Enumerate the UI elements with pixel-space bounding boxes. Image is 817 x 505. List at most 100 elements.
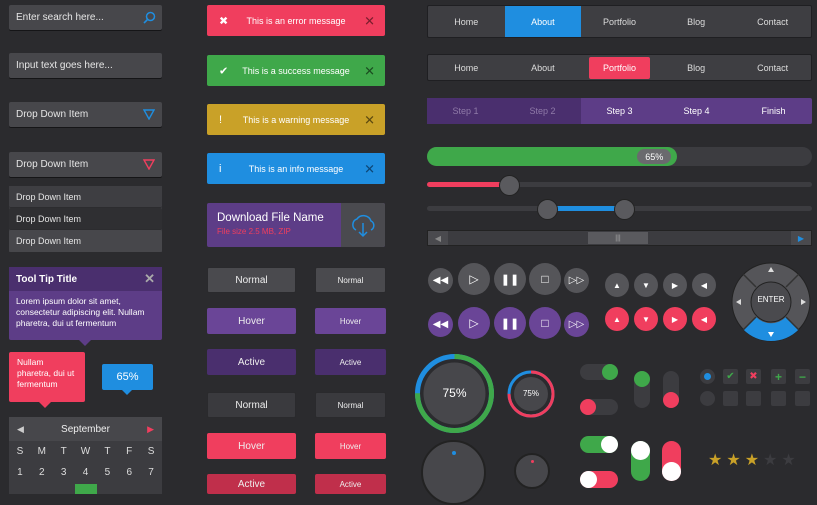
close-icon[interactable]: ✕ xyxy=(144,271,155,287)
download-icon-box[interactable] xyxy=(341,203,385,247)
rewind-button[interactable]: ◀◀ xyxy=(428,268,453,293)
next-month-icon[interactable]: ▶ xyxy=(147,424,154,435)
button-small-active[interactable]: Active xyxy=(315,349,386,375)
arrow-left-button[interactable]: ◀ xyxy=(692,307,716,331)
vertical-toggle[interactable] xyxy=(663,371,679,408)
prev-month-icon[interactable]: ◀ xyxy=(17,424,24,435)
step-item[interactable]: Step 3 xyxy=(581,98,658,124)
nav-item-blog[interactable]: Blog xyxy=(658,6,735,37)
close-icon[interactable]: ✕ xyxy=(364,64,375,77)
vertical-toggle[interactable] xyxy=(662,441,681,481)
stop-button[interactable]: □ xyxy=(529,263,561,295)
nav-item-portfolio[interactable]: Portfolio xyxy=(581,55,658,80)
dpad-enter-button[interactable]: ENTER xyxy=(751,295,791,304)
step-item[interactable]: Step 2 xyxy=(504,98,581,124)
nav-item-portfolio[interactable]: Portfolio xyxy=(581,6,658,37)
arrow-down-button[interactable]: ▼ xyxy=(634,273,658,297)
radio-selected[interactable] xyxy=(700,369,715,384)
nav-item-about[interactable]: About xyxy=(505,55,582,80)
range-handle-min[interactable] xyxy=(537,199,559,220)
vertical-toggle[interactable] xyxy=(631,441,650,481)
button-normal[interactable]: Normal xyxy=(207,392,296,418)
button-small-normal[interactable]: Normal xyxy=(315,267,386,293)
star-icon[interactable]: ★ xyxy=(781,450,795,470)
checkbox-minus[interactable]: − xyxy=(795,369,810,384)
scroll-left-icon[interactable]: ◀ xyxy=(428,231,448,245)
step-item[interactable]: Finish xyxy=(735,98,812,124)
dropdown-blue[interactable]: Drop Down Item xyxy=(9,102,162,127)
star-icon[interactable]: ★ xyxy=(763,450,777,470)
search-icon[interactable] xyxy=(143,11,156,24)
button-normal[interactable]: Normal xyxy=(207,267,296,293)
nav-item-blog[interactable]: Blog xyxy=(658,55,735,80)
close-icon[interactable]: ✕ xyxy=(364,113,375,126)
checkbox-empty[interactable] xyxy=(795,391,810,406)
dropdown-option[interactable]: Drop Down Item xyxy=(9,230,162,252)
arrow-left-button[interactable]: ◀ xyxy=(692,273,716,297)
button-hover[interactable]: Hover xyxy=(207,308,296,334)
stop-button[interactable]: □ xyxy=(529,307,561,339)
close-icon[interactable]: ✕ xyxy=(364,14,375,27)
nav-item-home[interactable]: Home xyxy=(428,6,505,37)
button-small-normal[interactable]: Normal xyxy=(315,392,386,418)
pause-button[interactable]: ❚❚ xyxy=(494,307,526,339)
nav-item-contact[interactable]: Contact xyxy=(734,55,811,80)
fast-forward-button[interactable]: ▷▷ xyxy=(564,268,589,293)
checkbox-empty[interactable] xyxy=(771,391,786,406)
calendar-date[interactable]: 5 xyxy=(96,467,118,478)
play-button[interactable]: ▷ xyxy=(458,307,490,339)
button-small-hover[interactable]: Hover xyxy=(315,308,386,334)
step-item[interactable]: Step 1 xyxy=(427,98,504,124)
toggle-switch[interactable] xyxy=(580,471,618,488)
pause-button[interactable]: ❚❚ xyxy=(494,263,526,295)
checkbox-plus[interactable]: + xyxy=(771,369,786,384)
dropdown-red[interactable]: Drop Down Item xyxy=(9,152,162,177)
slider-handle[interactable] xyxy=(498,175,520,196)
scrollbar[interactable]: ◀ ||| ▶ xyxy=(427,230,812,246)
step-item[interactable]: Step 4 xyxy=(658,98,735,124)
close-icon[interactable]: ✕ xyxy=(364,162,375,175)
scroll-right-icon[interactable]: ▶ xyxy=(791,231,811,245)
scroll-thumb[interactable]: ||| xyxy=(588,232,648,244)
calendar-date[interactable]: 6 xyxy=(118,467,140,478)
download-card[interactable]: Download File Name File size 2.5 MB, ZIP xyxy=(207,203,385,247)
calendar-selected[interactable] xyxy=(75,484,97,494)
nav-item-contact[interactable]: Contact xyxy=(734,6,811,37)
checkbox-empty[interactable] xyxy=(746,391,761,406)
arrow-right-button[interactable]: ▶ xyxy=(663,307,687,331)
play-button[interactable]: ▷ xyxy=(458,263,490,295)
nav-item-home[interactable]: Home xyxy=(428,55,505,80)
arrow-up-button[interactable]: ▲ xyxy=(605,307,629,331)
calendar-date[interactable]: 1 xyxy=(9,467,31,478)
checkbox-empty[interactable] xyxy=(723,391,738,406)
star-rating[interactable]: ★ ★ ★ ★ ★ xyxy=(708,450,808,470)
arrow-up-button[interactable]: ▲ xyxy=(605,273,629,297)
dropdown-option[interactable]: Drop Down Item xyxy=(9,208,162,230)
radio-empty[interactable] xyxy=(700,391,715,406)
fast-forward-button[interactable]: ▷▷ xyxy=(564,312,589,337)
slider[interactable] xyxy=(427,175,812,196)
button-small-active[interactable]: Active xyxy=(315,474,386,494)
rotary-knob[interactable] xyxy=(421,440,486,505)
dropdown-option[interactable]: Drop Down Item xyxy=(9,186,162,208)
rotary-knob-small[interactable] xyxy=(514,453,550,489)
nav-item-about[interactable]: About xyxy=(504,6,582,37)
calendar-date[interactable]: 4 xyxy=(75,467,97,478)
rewind-button[interactable]: ◀◀ xyxy=(428,312,453,337)
star-icon[interactable]: ★ xyxy=(745,450,759,470)
toggle-switch[interactable] xyxy=(580,364,618,380)
button-active[interactable]: Active xyxy=(207,349,296,375)
toggle-switch[interactable] xyxy=(580,436,618,453)
calendar-date[interactable]: 2 xyxy=(31,467,53,478)
star-icon[interactable]: ★ xyxy=(708,450,722,470)
search-input[interactable]: Enter search here... xyxy=(9,5,162,30)
checkbox-cross[interactable]: ✖ xyxy=(746,369,761,384)
checkbox-check[interactable]: ✔ xyxy=(723,369,738,384)
star-icon[interactable]: ★ xyxy=(726,450,740,470)
text-input[interactable]: Input text goes here... xyxy=(9,53,162,78)
range-handle-max[interactable] xyxy=(614,199,636,220)
button-small-hover[interactable]: Hover xyxy=(315,433,386,459)
calendar-date[interactable]: 3 xyxy=(53,467,75,478)
button-hover[interactable]: Hover xyxy=(207,433,296,459)
toggle-switch[interactable] xyxy=(580,399,618,415)
